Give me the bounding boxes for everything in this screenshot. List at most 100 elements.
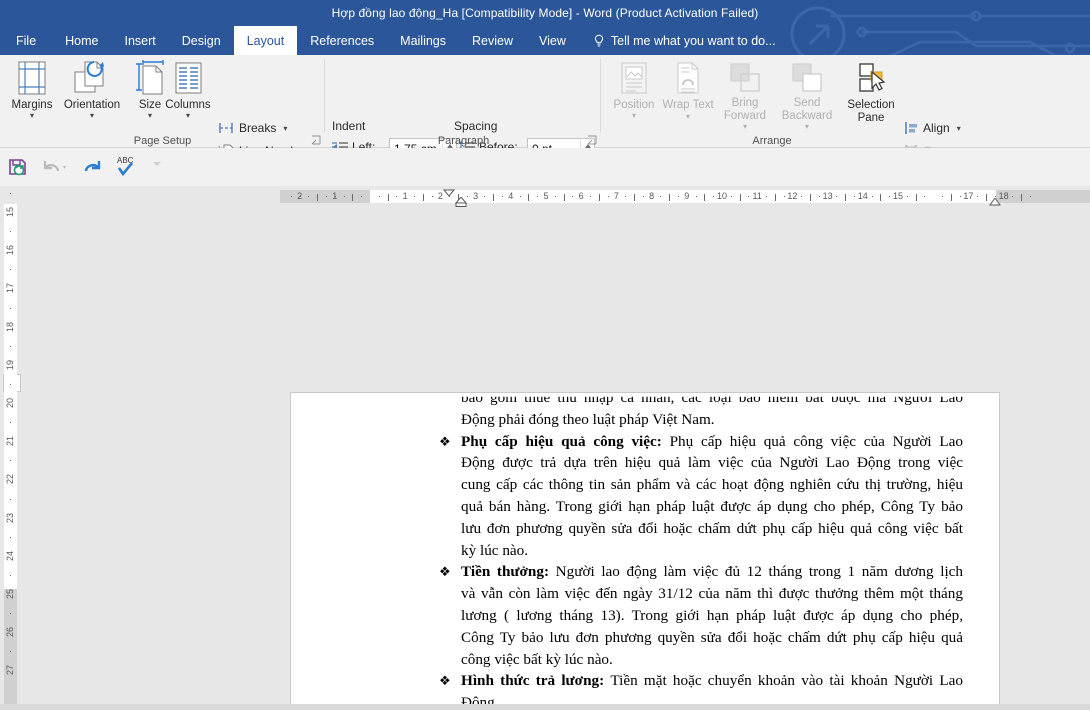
margins-button[interactable]: Margins ▾ <box>4 58 60 130</box>
align-caret-icon: ▾ <box>956 123 961 133</box>
window-title: Hợp đồng lao động_Ha [Compatibility Mode… <box>331 6 759 20</box>
bring-forward-label: Bring Forward <box>723 97 767 122</box>
ruler-tick <box>334 196 336 197</box>
vruler-number: 25 <box>5 588 15 600</box>
vruler-tick <box>10 613 11 615</box>
bring-forward-caret-icon: ▾ <box>742 122 747 131</box>
spelling-button[interactable]: ABC <box>115 153 141 179</box>
wrap-text-label: Wrap Text <box>662 99 714 111</box>
vertical-ruler[interactable]: 15 16 17 18 19 20 21 22 23 24 25 26 27 <box>3 192 21 704</box>
ruler-tick <box>783 196 785 197</box>
bullet-glyph: ❖ <box>439 564 451 580</box>
ruler-tick <box>1012 196 1014 197</box>
tab-home[interactable]: Home <box>52 26 111 55</box>
ruler-number: 11 <box>752 191 762 201</box>
vruler-tick <box>10 231 11 233</box>
ruler-tick <box>431 196 433 197</box>
undo-button[interactable] <box>42 157 72 177</box>
page-setup-dialog-launcher[interactable] <box>311 135 322 146</box>
paragraph-dialog-launcher[interactable] <box>587 135 598 146</box>
ruler-tick <box>590 196 591 197</box>
tab-mailings[interactable]: Mailings <box>387 26 459 55</box>
document-line: kỳ lúc nào. <box>461 541 529 559</box>
document-paragraph[interactable]: bảo gồm thuế thu nhập cá nhân, các loại … <box>291 393 981 431</box>
customize-qat-button[interactable] <box>150 157 166 177</box>
ruler-number: 15 <box>892 191 904 201</box>
tab-references[interactable]: References <box>297 26 387 55</box>
ruler-tick <box>378 196 380 197</box>
spelling-check-icon: ABC <box>117 156 134 177</box>
document-line: Động phải đóng theo luật pháp Việt Nam. <box>461 410 715 428</box>
ruler-tick <box>959 196 961 197</box>
ruler-tick <box>889 196 891 197</box>
tell-me-search[interactable]: Tell me what you want to do... <box>579 26 786 55</box>
send-backward-icon <box>789 58 825 94</box>
page-setup-group-label: Page Setup <box>133 135 192 147</box>
quick-access-toolbar: ABC <box>0 148 1090 186</box>
word-application-window: Hợp đồng lao động_Ha [Compatibility Mode… <box>0 0 1090 710</box>
selection-pane-button[interactable]: Selection Pane <box>840 58 902 130</box>
tab-review[interactable]: Review <box>459 26 526 55</box>
document-body[interactable]: bảo gồm thuế thu nhập cá nhân, các loại … <box>291 393 999 710</box>
bring-forward-button[interactable]: Bring Forward ▾ <box>714 58 776 131</box>
tab-view[interactable]: View <box>526 26 579 55</box>
orientation-caret-icon: ▾ <box>89 111 94 120</box>
ruler-tick <box>361 196 363 197</box>
document-bullet-paragraph[interactable]: ❖ Tiền thưởng: Người lao động làm việc đủ… <box>291 561 981 670</box>
vruler-number: 26 <box>5 627 15 638</box>
ruler-halfmark <box>915 194 917 201</box>
save-button[interactable] <box>8 157 30 177</box>
document-bullet-paragraph[interactable]: ❖ Phụ cấp hiệu quả công việc: Phụ cấp hiệ… <box>291 431 981 562</box>
orientation-button[interactable]: Orientation ▾ <box>60 58 124 130</box>
ruler-number: 13 <box>822 191 833 201</box>
document-line: Động được trả dựa trên hiệu quả làm việc… <box>461 454 963 472</box>
undo-icon <box>43 161 66 172</box>
first-line-indent-marker[interactable] <box>443 189 455 197</box>
align-label: Align <box>923 121 950 135</box>
ruler-tick <box>678 196 679 197</box>
vruler-number: 15 <box>5 206 15 218</box>
paragraph-heading: Hình thức trả lương: <box>461 672 611 690</box>
margins-caret-icon: ▾ <box>29 111 34 120</box>
tab-file[interactable]: File <box>0 26 52 55</box>
hanging-indent-marker[interactable] <box>455 197 467 207</box>
ribbon-group-page-setup: Margins ▾ Orientation ▾ Size ▾ Columns ▾… <box>0 55 325 181</box>
redo-button[interactable] <box>82 157 104 177</box>
ruler-tick <box>924 196 926 197</box>
vruler-tick <box>10 460 11 462</box>
ruler-ticks: 211234567891011121314151718 <box>280 190 1090 203</box>
ribbon: Margins ▾ Orientation ▾ Size ▾ Columns ▾… <box>0 55 1090 182</box>
ribbon-group-arrange: Position ▾ Wrap Text ▾ Bring Forward ▾ S… <box>602 55 969 181</box>
ruler-tick <box>572 196 574 197</box>
columns-button[interactable]: Columns ▾ <box>160 58 216 130</box>
tab-layout[interactable]: Layout <box>233 26 298 55</box>
ruler-halfmark <box>634 194 635 201</box>
bottom-edge <box>0 704 1090 710</box>
tab-insert[interactable]: Insert <box>112 26 169 55</box>
vruler-tick <box>10 422 11 424</box>
ruler-halfmark <box>845 194 847 201</box>
send-backward-button[interactable]: Send Backward ▾ <box>774 58 840 131</box>
right-indent-marker[interactable] <box>989 198 1001 206</box>
position-label: Position <box>613 99 655 111</box>
wrap-text-button[interactable]: Wrap Text ▾ <box>660 58 716 130</box>
ruler-tick <box>299 196 301 197</box>
horizontal-ruler[interactable]: 211234567891011121314151718 <box>280 189 1090 207</box>
document-line: Phụ cấp hiệu quả công việc: Phụ cấp hiệu… <box>461 432 963 450</box>
document-line: lương ( lương tháng 13). Trong giới hạn … <box>461 606 963 624</box>
position-button[interactable]: Position ▾ <box>606 58 662 130</box>
ruler-halfmark <box>563 194 565 201</box>
document-line: và vẫn còn làm việc đến ngày 31/12 của n… <box>461 585 963 603</box>
bring-forward-icon <box>727 58 763 94</box>
spacing-header: Spacing <box>454 119 498 133</box>
tab-design[interactable]: Design <box>169 26 234 55</box>
size-label: Size <box>138 99 162 111</box>
vruler-text-band <box>4 204 17 589</box>
paragraph-group-label: Paragraph <box>437 135 490 147</box>
ruler-halfmark <box>528 194 530 201</box>
ruler-number: 14 <box>857 191 868 201</box>
ruler-tick <box>1030 196 1031 197</box>
vruler-tick <box>10 307 11 309</box>
document-page[interactable]: bảo gồm thuế thu nhập cá nhân, các loại … <box>290 392 1000 710</box>
vruler-tick <box>10 345 11 347</box>
